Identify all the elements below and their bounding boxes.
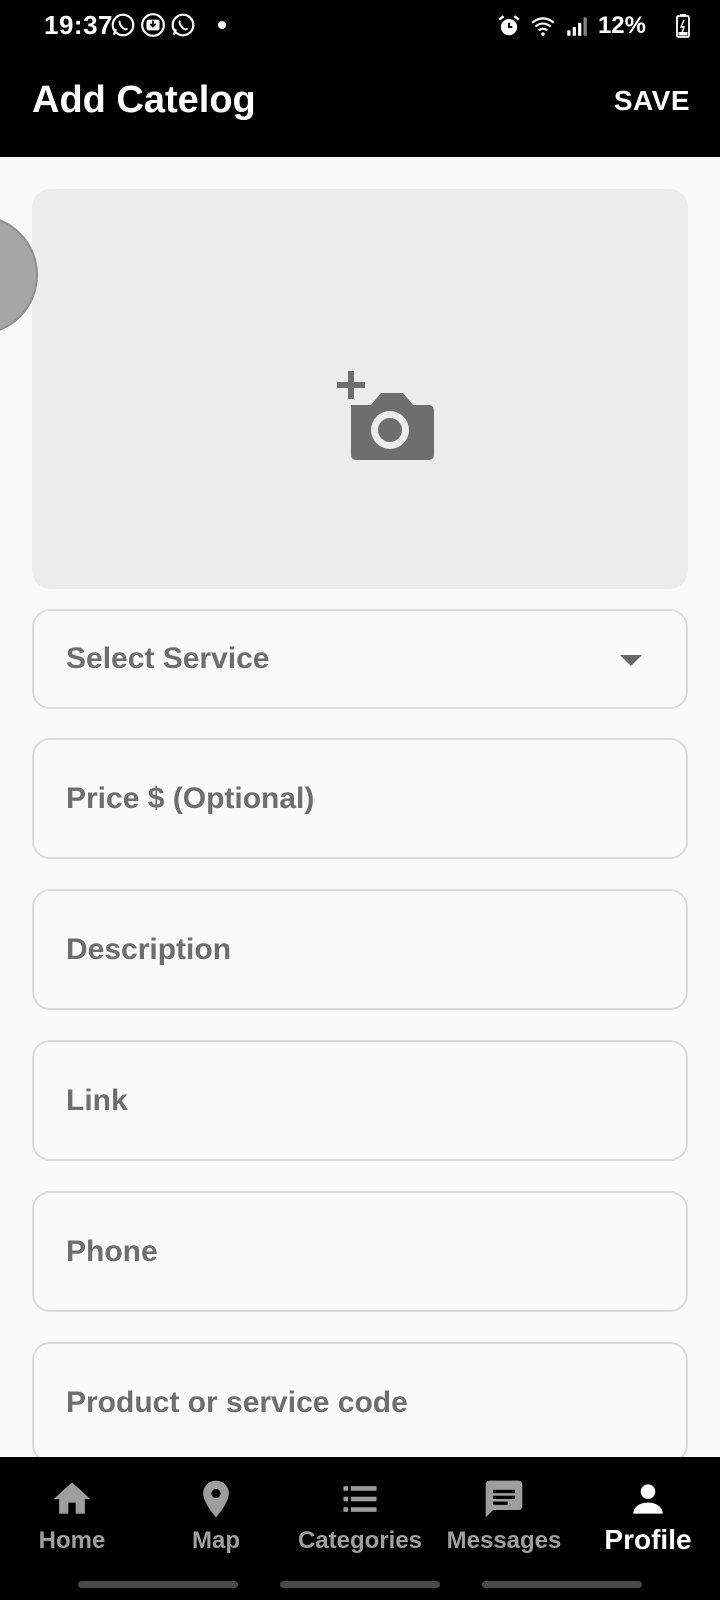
download-icon	[141, 13, 165, 37]
description-input[interactable]: Description	[32, 889, 688, 1010]
app-bar: Add Catelog SAVE	[0, 52, 720, 157]
product-code-placeholder: Product or service code	[66, 1385, 408, 1419]
price-placeholder: Price $ (Optional)	[66, 781, 315, 815]
nav-map[interactable]: Map	[144, 1457, 288, 1577]
bottom-navigation: Home Map Categories Messages Profile	[0, 1457, 720, 1600]
gesture-bar	[78, 1581, 238, 1588]
home-icon	[53, 1482, 91, 1514]
nav-messages[interactable]: Messages	[432, 1457, 576, 1577]
status-time: 19:37	[44, 10, 113, 40]
gesture-bar	[280, 1581, 440, 1588]
map-pin-icon	[203, 1480, 229, 1518]
battery-percent: 12%	[597, 12, 646, 39]
price-input[interactable]: Price $ (Optional)	[32, 738, 688, 859]
link-input[interactable]: Link	[32, 1040, 688, 1161]
add-photo-icon	[337, 371, 434, 460]
nav-home-label: Home	[38, 1527, 106, 1554]
nav-categories-label: Categories	[297, 1527, 423, 1554]
message-icon	[485, 1480, 523, 1518]
signal-icon	[567, 17, 587, 36]
select-service-label: Select Service	[66, 642, 270, 675]
phone-placeholder: Phone	[66, 1234, 158, 1268]
nav-messages-label: Messages	[446, 1527, 562, 1554]
dropdown-arrow-icon	[620, 655, 642, 666]
select-service-dropdown[interactable]: Select Service	[32, 609, 688, 709]
list-icon	[343, 1486, 377, 1512]
nav-categories[interactable]: Categories	[288, 1457, 432, 1577]
status-bar: 19:37 12%	[0, 0, 720, 52]
nav-profile-label: Profile	[604, 1524, 692, 1555]
catalog-form: Select Service Price $ (Optional) Descri…	[0, 157, 720, 1457]
alarm-icon	[498, 15, 520, 36]
whatsapp-icon	[111, 13, 135, 37]
person-icon	[633, 1484, 663, 1514]
nav-map-label: Map	[192, 1527, 240, 1554]
link-placeholder: Link	[66, 1083, 128, 1117]
notification-icons	[110, 12, 226, 38]
phone-input[interactable]: Phone	[32, 1191, 688, 1312]
nav-profile[interactable]: Profile	[576, 1457, 720, 1577]
page-title: Add Catelog	[32, 79, 256, 121]
save-button[interactable]: SAVE	[614, 85, 690, 117]
image-picker[interactable]	[32, 189, 688, 589]
nav-home[interactable]: Home	[0, 1457, 144, 1577]
whatsapp-icon	[171, 13, 195, 37]
battery-icon	[676, 14, 690, 38]
more-notifications-dot	[218, 21, 226, 29]
gesture-bar	[482, 1581, 642, 1588]
wifi-icon	[531, 17, 555, 36]
system-icons: 12%	[496, 12, 668, 40]
description-placeholder: Description	[66, 932, 232, 966]
product-code-input[interactable]: Product or service code	[32, 1342, 688, 1457]
